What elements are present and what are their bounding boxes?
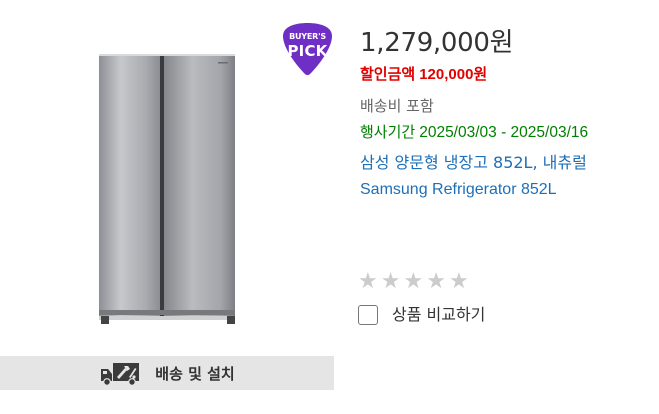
delivery-install-label: 배송 및 설치 [155, 364, 235, 383]
discount-amount: 120,000원 [419, 66, 488, 83]
compare-checkbox[interactable] [358, 305, 378, 325]
delivery-truck-icon [101, 363, 140, 386]
star-icon: ★ [426, 269, 446, 294]
badge-line2: PICK [287, 42, 328, 60]
buyers-pick-badge: BUYER'S PICK [281, 21, 334, 77]
period-label: 행사기간 [360, 123, 416, 141]
product-title-en[interactable]: Samsung Refrigerator 852L [360, 180, 557, 200]
delivery-install-bar[interactable]: 배송 및 설치 [0, 356, 334, 390]
product-price: 1,279,000원 [360, 28, 514, 58]
product-image[interactable] [94, 48, 244, 328]
badge-line1: BUYER'S [289, 32, 326, 41]
star-icon: ★ [358, 269, 378, 294]
compare-label: 상품 비교하기 [392, 305, 486, 324]
refrigerator-image [99, 54, 235, 324]
star-icon: ★ [448, 269, 469, 294]
promotion-period: 행사기간 2025/03/03 - 2025/03/16 [360, 122, 588, 143]
rating-stars: ★ ★ ★ ★ ★ [358, 268, 469, 296]
discount-label: 할인금액 [360, 65, 416, 83]
compare-toggle[interactable]: 상품 비교하기 [358, 304, 485, 326]
discount-info: 할인금액 120,000원 [360, 64, 487, 85]
period-dates: 2025/03/03 - 2025/03/16 [419, 124, 589, 141]
star-icon: ★ [403, 269, 424, 294]
star-icon: ★ [380, 269, 401, 294]
shipping-info: 배송비 포함 [360, 97, 434, 115]
product-title-ko[interactable]: 삼성 양문형 냉장고 852L, 내츄럴 [360, 151, 587, 175]
